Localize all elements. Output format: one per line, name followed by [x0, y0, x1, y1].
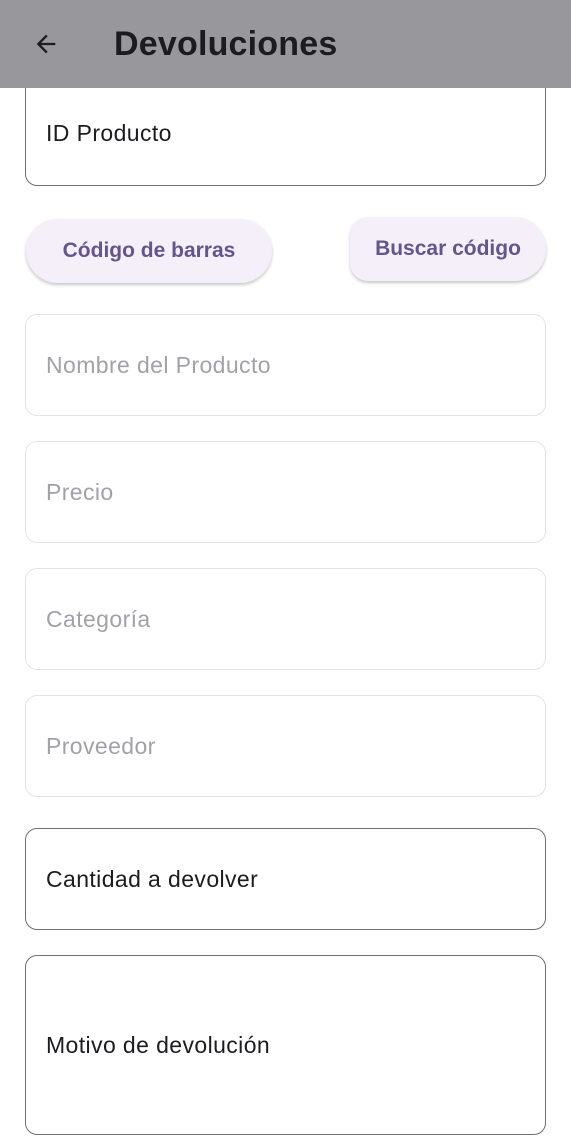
cantidad-devolver-label: Cantidad a devolver: [46, 865, 259, 892]
precio-placeholder: Precio: [46, 478, 114, 505]
id-producto-label: ID Producto: [46, 120, 172, 146]
return-form: ID Producto Código de barras Buscar códi…: [0, 88, 571, 1147]
precio-field: Precio: [25, 441, 546, 543]
search-code-button[interactable]: Buscar código: [350, 217, 546, 281]
nombre-producto-placeholder: Nombre del Producto: [46, 351, 271, 378]
motivo-devolucion-field[interactable]: Motivo de devolución: [25, 955, 546, 1135]
proveedor-field: Proveedor: [25, 695, 546, 797]
cantidad-devolver-field[interactable]: Cantidad a devolver: [25, 828, 546, 930]
page-title: Devoluciones: [114, 25, 338, 63]
proveedor-placeholder: Proveedor: [46, 732, 156, 759]
barcode-button[interactable]: Código de barras: [26, 219, 272, 283]
categoria-field: Categoría: [25, 568, 546, 670]
arrow-left-icon: [36, 34, 56, 54]
categoria-placeholder: Categoría: [46, 605, 151, 632]
id-producto-field[interactable]: ID Producto: [25, 88, 546, 186]
nombre-producto-field: Nombre del Producto: [25, 314, 546, 416]
back-button[interactable]: [24, 22, 68, 66]
returns-screen: Devoluciones ID Producto Código de barra…: [0, 0, 571, 1147]
motivo-devolucion-label: Motivo de devolución: [46, 1031, 271, 1058]
app-bar: Devoluciones: [0, 0, 571, 88]
